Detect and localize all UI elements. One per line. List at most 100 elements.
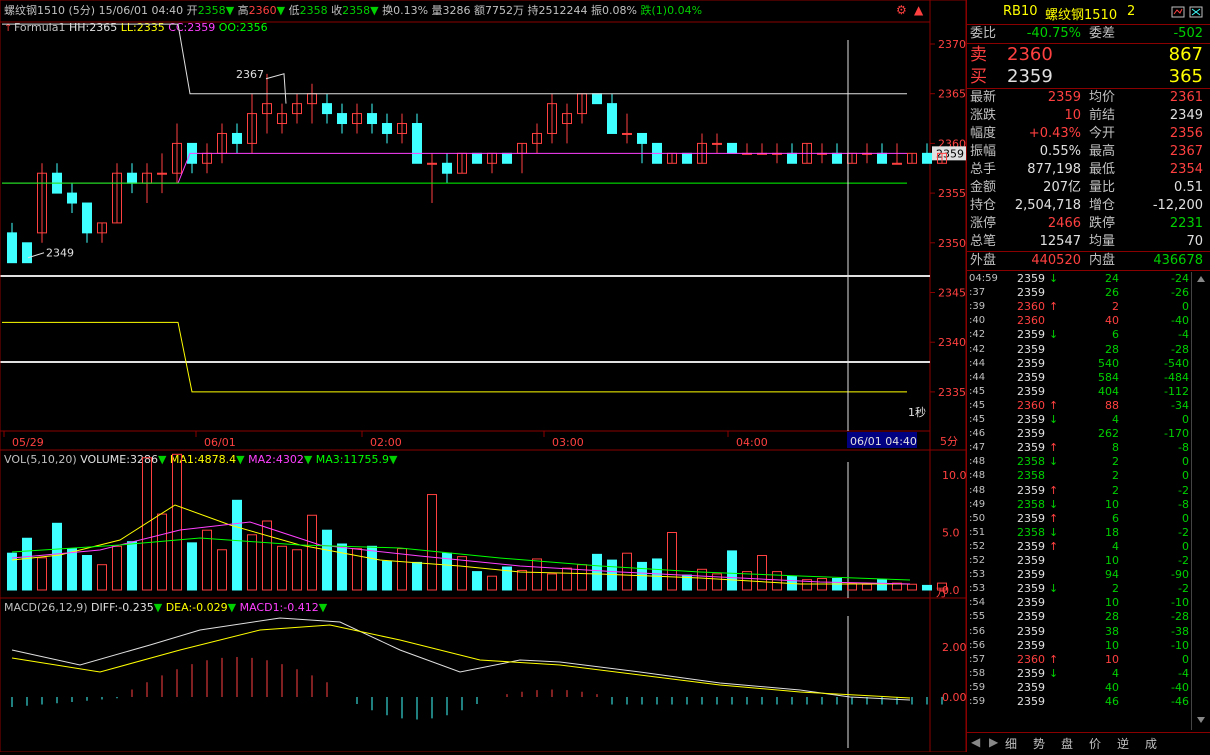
quote-panel: RB10 螺纹钢1510 2 委比 -40.75% 委差 -502 卖 2360… [966,0,1210,752]
tick-change: -40 [1171,680,1189,694]
tick-time: :40 [969,315,986,327]
tick-time: :53 [969,583,986,595]
tick-volume: 6 [1112,328,1119,342]
stat-label: 今开 [1089,126,1116,141]
tick-price: 2359 [1017,582,1045,596]
candle-body [157,172,167,175]
tick-arrow-icon: ↑ [1049,300,1059,314]
stat-label: 量比 [1089,180,1116,195]
volume-bar [232,499,242,591]
stat-label: 涨跌 [970,108,997,123]
tab-prev-icon[interactable]: ◀ [971,735,980,749]
formula-legend-part: CC:2359 [165,21,216,34]
tick-change: -90 [1171,568,1189,582]
candle-body [682,152,692,164]
tick-list[interactable]: 04:59 2359 ↓ 24 -24:37 2359 26 -26:39 23… [967,272,1210,730]
tick-change: 0 [1182,413,1189,426]
chart-canvas[interactable]: 螺纹钢1510 (5分) 15/06/01 04:40 开2358▼ 高2360… [0,0,967,753]
tick-row: :57 2360 ↑ 10 0 [967,653,1210,667]
volume-tick-label: 5.0 [942,527,960,540]
volume-bar [22,537,32,591]
tick-price: 2359 [1017,511,1045,525]
candle-body [232,132,242,144]
tick-volume: 38 [1105,624,1119,638]
stat-label: 均量 [1089,234,1116,249]
tick-change: -10 [1171,638,1189,652]
volume-bar [757,555,767,591]
price-tick-label: 2365 [938,88,966,101]
tick-price: 2359 [1017,638,1045,652]
cc-line [2,152,907,184]
sell-row: 卖 2360 867 [967,44,1210,66]
stat-value: 2367 [1169,144,1203,159]
candle-body [922,152,932,164]
tick-row: :45 2359 404 -112 [967,385,1210,399]
volume-bar [157,513,167,591]
stat-value: 12547 [1039,234,1081,249]
tick-row: :48 2359 ↑ 2 -2 [967,484,1210,498]
buy-volume: 365 [1168,66,1203,87]
tick-arrow-icon: ↑ [1049,483,1059,497]
stat-value: 2231 [1169,216,1203,231]
settings-icon[interactable] [1171,6,1185,18]
candle-body [82,202,92,234]
volume-legend-part: VOL(5,10,20) [4,453,80,466]
tick-row: :37 2359 26 -26 [967,286,1210,300]
candle-body [427,162,437,165]
candle-body [502,152,512,164]
tick-arrow-icon: ↑ [1049,652,1059,666]
chart-area[interactable]: 螺纹钢1510 (5分) 15/06/01 04:40 开2358▼ 高2360… [0,0,967,753]
candle-body [337,113,347,125]
quote-header-part: 2360 [249,4,277,17]
tick-time: :52 [969,555,986,566]
tick-price: 2359 [1017,272,1045,285]
stat-label: 涨停 [970,216,997,231]
stat-value: 877,198 [1027,162,1081,177]
tab-item[interactable]: 细 [1005,735,1017,752]
tick-price: 2359 [1017,370,1045,384]
candle-body [472,152,482,164]
stat-label: 总手 [970,162,997,177]
tick-price: 2360 [1017,398,1045,412]
volume-bar [337,543,347,591]
tick-time: :37 [969,287,986,299]
tick-scrollbar[interactable] [1191,272,1210,730]
tick-change: -26 [1171,286,1189,300]
tab-item[interactable]: 逆 [1117,735,1129,752]
stat-row: 涨停 2466 跌停 2231 [967,215,1210,233]
neipan-value: 436678 [1153,253,1203,268]
tab-item[interactable]: 价 [1089,735,1101,752]
tick-change: -10 [1171,596,1189,610]
price-tick-label: 2355 [938,187,966,200]
volume-bar [172,453,182,591]
tick-row: :51 2358 ↓ 18 -2 [967,526,1210,540]
stat-row: 持仓 2,504,718 增仓 -12,200 [967,197,1210,215]
chart-toggle-icon[interactable] [1189,6,1203,18]
stat-row: 振幅 0.55% 最高 2367 [967,143,1210,161]
volume-bar [667,532,677,591]
tick-volume: 10 [1105,652,1119,666]
tab-next-icon[interactable]: ▶ [989,735,998,749]
tick-price: 2359 [1017,427,1045,441]
volume-bar [382,560,392,591]
volume-bar [877,579,887,591]
price-tick-label: 2340 [938,336,966,349]
tab-item[interactable]: 势 [1033,735,1045,752]
quote-header-part: 跌(1)0.04% [637,3,702,17]
tick-arrow-icon: ↑ [1049,398,1059,412]
tab-item[interactable]: 成 [1145,735,1157,752]
tab-item[interactable]: 盘 [1061,735,1073,752]
volume-bar [562,567,572,591]
period-label: 5分 [940,435,958,448]
stat-value: 10 [1064,108,1081,123]
candle-body [607,103,617,134]
stat-row: 最新 2359 均价 2361 [967,89,1210,107]
stat-label: 增仓 [1089,198,1116,213]
tick-arrow-icon: ↓ [1049,328,1059,342]
tick-price: 2359 [1017,680,1045,694]
stat-value: 2359 [1047,90,1081,105]
weicha-value: -502 [1173,26,1203,41]
tick-row: :42 2359 28 -28 [967,343,1210,357]
volume-bar [487,575,497,591]
candle-body [67,192,77,204]
